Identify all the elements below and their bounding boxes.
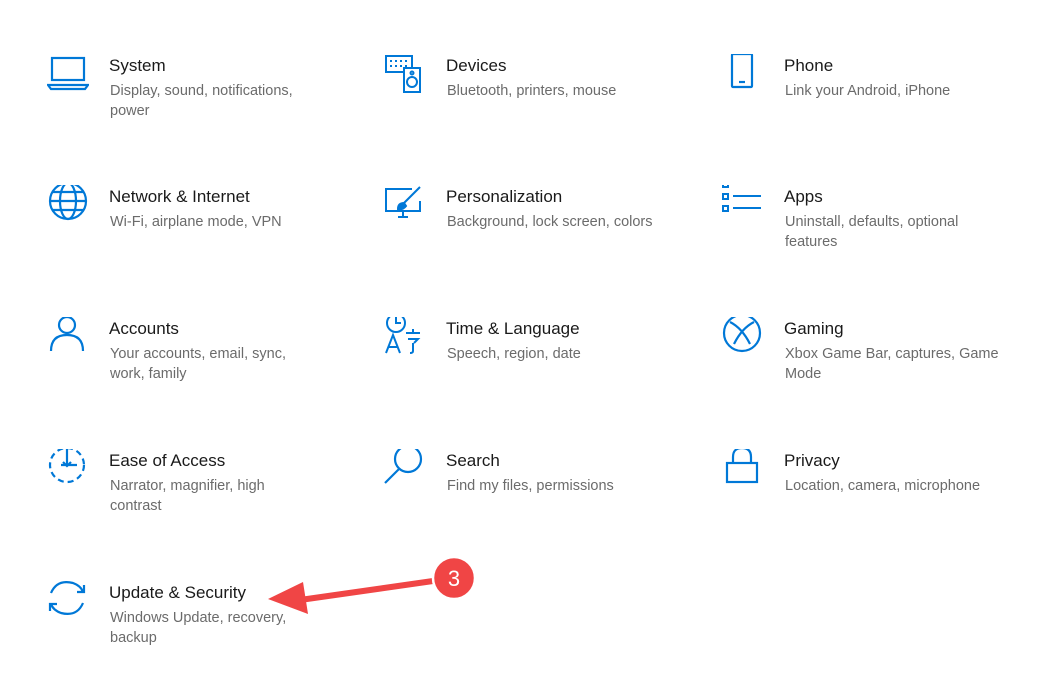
annotation-badge xyxy=(431,555,477,601)
tile-description: Bluetooth, printers, mouse xyxy=(447,83,617,99)
globe-icon xyxy=(47,185,89,227)
laptop-icon xyxy=(47,54,89,96)
tile-description: Speech, region, date xyxy=(447,346,581,362)
tile-privacy[interactable]: Privacy Location, camera, microphone xyxy=(722,449,1022,559)
tile-phone[interactable]: Phone Link your Android, iPhone xyxy=(722,54,1022,164)
tile-description: Your accounts, email, sync, work, family xyxy=(110,346,286,382)
tile-title: Phone xyxy=(784,56,834,75)
tile-description: Background, lock screen, colors xyxy=(447,214,653,230)
keyboard-speaker-icon xyxy=(384,54,426,96)
tile-title: Devices xyxy=(446,56,507,75)
tile-personalization[interactable]: Personalization Background, lock screen,… xyxy=(384,185,684,295)
tile-title: Search xyxy=(446,451,500,470)
tile-description: Wi-Fi, airplane mode, VPN xyxy=(110,214,282,230)
tile-ease-of-access[interactable]: Ease of Access Narrator, magnifier, high… xyxy=(47,449,347,559)
tile-title: Time & Language xyxy=(446,319,580,338)
ease-of-access-icon xyxy=(47,449,89,491)
annotation-badge-number: 3 xyxy=(448,566,460,591)
tile-update-security[interactable]: Update & Security Windows Update, recove… xyxy=(47,581,347,691)
tile-description: Location, camera, microphone xyxy=(785,478,981,494)
phone-icon xyxy=(722,54,764,96)
tile-description: Windows Update, recovery, backup xyxy=(110,610,287,646)
sync-arrows-icon xyxy=(47,581,89,623)
tile-devices[interactable]: Devices Bluetooth, printers, mouse xyxy=(384,54,684,164)
tile-title: Gaming xyxy=(784,319,844,338)
tile-apps[interactable]: Apps Uninstall, defaults, optional featu… xyxy=(722,185,1022,295)
tile-time-language[interactable]: Time & Language Speech, region, date xyxy=(384,317,684,427)
person-icon xyxy=(47,317,89,359)
tile-title: Privacy xyxy=(784,451,840,470)
tile-description: Display, sound, notifications, power xyxy=(110,83,293,119)
magnifier-icon xyxy=(384,449,426,491)
tile-description: Find my files, permissions xyxy=(447,478,614,494)
tile-network-internet[interactable]: Network & Internet Wi-Fi, airplane mode,… xyxy=(47,185,347,295)
xbox-icon xyxy=(722,317,764,359)
tile-description: Uninstall, defaults, optional features xyxy=(785,214,959,250)
tile-title: Ease of Access xyxy=(109,451,226,470)
time-language-icon xyxy=(384,317,426,359)
paintbrush-monitor-icon xyxy=(384,185,426,227)
tile-search[interactable]: Search Find my files, permissions xyxy=(384,449,684,559)
tile-title: Update & Security xyxy=(109,583,247,602)
tile-gaming[interactable]: Gaming Xbox Game Bar, captures, Game Mod… xyxy=(722,317,1022,427)
lock-icon xyxy=(722,449,764,491)
tile-description: Narrator, magnifier, high contrast xyxy=(110,478,265,514)
tile-description: Xbox Game Bar, captures, Game Mode xyxy=(785,346,999,382)
tile-system[interactable]: System Display, sound, notifications, po… xyxy=(47,54,347,164)
tile-title: Personalization xyxy=(446,187,563,206)
tile-description: Link your Android, iPhone xyxy=(785,83,951,99)
tile-title: Accounts xyxy=(109,319,179,338)
tile-title: Apps xyxy=(784,187,823,206)
tile-accounts[interactable]: Accounts Your accounts, email, sync, wor… xyxy=(47,317,347,427)
app-list-icon xyxy=(722,185,764,227)
tile-title: Network & Internet xyxy=(109,187,250,206)
tile-title: System xyxy=(109,56,166,75)
